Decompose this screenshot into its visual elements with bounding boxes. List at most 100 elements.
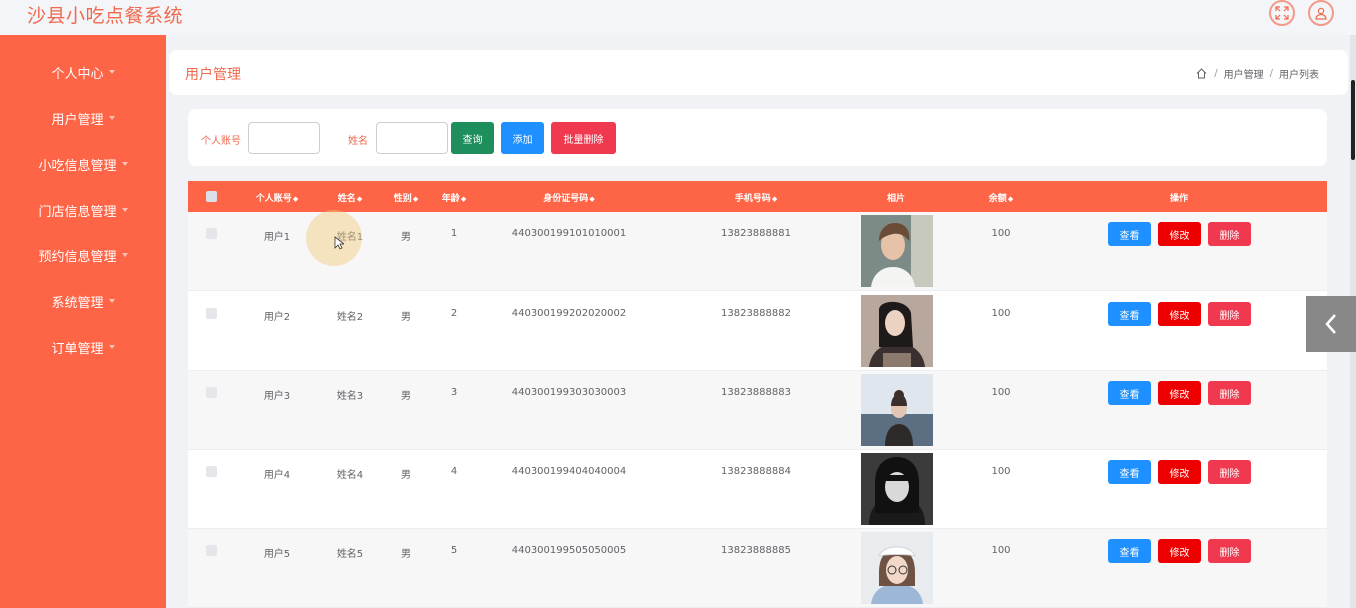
view-button[interactable]: 查看 [1108, 460, 1151, 484]
row-checkbox[interactable] [206, 228, 217, 239]
user-photo[interactable] [861, 295, 933, 367]
view-button[interactable]: 查看 [1108, 381, 1151, 405]
cell-gender: 男 [401, 312, 411, 323]
select-all-checkbox[interactable] [206, 191, 217, 202]
column-header-balance[interactable]: 余额◆ [989, 191, 1013, 204]
edit-button[interactable]: 修改 [1158, 222, 1201, 246]
row-checkbox[interactable] [206, 545, 217, 556]
cell-id-card: 440300199101010001 [511, 228, 627, 239]
delete-button[interactable]: 删除 [1208, 302, 1251, 326]
cell-age: 5 [450, 545, 458, 556]
sidebar-item-label: 个人中心 [51, 66, 104, 82]
cell-account: 用户5 [263, 549, 291, 560]
caret-down-icon [121, 253, 128, 257]
column-header-age[interactable]: 年龄◆ [442, 191, 466, 204]
view-button[interactable]: 查看 [1108, 222, 1151, 246]
delete-button[interactable]: 删除 [1208, 222, 1251, 246]
view-button[interactable]: 查看 [1108, 539, 1151, 563]
cell-gender: 男 [401, 232, 411, 243]
cell-gender: 男 [401, 549, 411, 560]
table-row: 用户4 姓名4 男 4 440300199404040004 138238888… [188, 450, 1327, 529]
breadcrumb-card: 用户管理 / 用户管理 / 用户列表 [169, 50, 1348, 95]
cell-phone: 13823888885 [721, 545, 791, 556]
column-header-account[interactable]: 个人账号◆ [256, 191, 298, 204]
breadcrumb-separator: / [1269, 68, 1273, 79]
sidebar-item-label: 门店信息管理 [38, 204, 117, 220]
sort-icon: ◆ [1007, 195, 1014, 203]
sidebar-item-user-management[interactable]: 用户管理 [0, 106, 166, 130]
row-checkbox[interactable] [206, 308, 217, 319]
account-input[interactable] [248, 122, 320, 154]
row-checkbox[interactable] [206, 466, 217, 477]
name-input[interactable] [376, 122, 448, 154]
column-header-id-card[interactable]: 身份证号码◆ [543, 191, 594, 204]
cell-age: 3 [450, 387, 458, 398]
view-button[interactable]: 查看 [1108, 302, 1151, 326]
mouse-pointer-icon [334, 236, 344, 250]
sidebar-item-label: 小吃信息管理 [38, 158, 117, 174]
column-header-name[interactable]: 姓名◆ [338, 191, 362, 204]
sidebar-item-orders[interactable]: 订单管理 [0, 335, 166, 359]
user-photo[interactable] [861, 532, 933, 604]
breadcrumb-item-user-management[interactable]: 用户管理 [1224, 66, 1264, 81]
page-title: 用户管理 [185, 67, 241, 83]
sidebar-item-label: 系统管理 [51, 295, 104, 311]
cell-name: 姓名3 [336, 391, 364, 402]
cell-balance: 100 [991, 308, 1011, 319]
user-photo[interactable] [861, 374, 933, 446]
name-label: 姓名 [348, 136, 368, 147]
sort-icon: ◆ [771, 195, 778, 203]
cell-phone: 13823888882 [721, 308, 791, 319]
breadcrumb: / 用户管理 / 用户列表 [1196, 66, 1319, 81]
edit-button[interactable]: 修改 [1158, 539, 1201, 563]
caret-down-icon [108, 116, 115, 120]
sidebar-item-store-info[interactable]: 门店信息管理 [0, 198, 166, 222]
cell-gender: 男 [401, 391, 411, 402]
sidebar: 个人中心 用户管理 小吃信息管理 门店信息管理 预约信息管理 系统管理 订单管理 [0, 35, 166, 608]
delete-button[interactable]: 删除 [1208, 539, 1251, 563]
add-button[interactable]: 添加 [501, 122, 544, 154]
edit-button[interactable]: 修改 [1158, 381, 1201, 405]
user-photo[interactable] [861, 453, 933, 525]
column-header-phone[interactable]: 手机号码◆ [735, 191, 777, 204]
batch-delete-button[interactable]: 批量删除 [551, 122, 616, 154]
query-button[interactable]: 查询 [451, 122, 494, 154]
cell-phone: 13823888884 [721, 466, 791, 477]
sidebar-item-label: 用户管理 [51, 112, 104, 128]
table-header: 个人账号◆ 姓名◆ 性别◆ 年龄◆ 身份证号码◆ 手机号码◆ 相片 余额◆ 操作 [188, 181, 1327, 212]
caret-down-icon [108, 70, 115, 74]
sort-icon: ◆ [292, 195, 299, 203]
delete-button[interactable]: 删除 [1208, 460, 1251, 484]
cell-id-card: 440300199505050005 [511, 545, 627, 556]
home-icon[interactable] [1196, 68, 1207, 79]
table-row: 用户3 姓名3 男 3 440300199303030003 138238888… [188, 371, 1327, 450]
cell-name: 姓名5 [336, 549, 364, 560]
scrollbar-thumb[interactable] [1351, 80, 1355, 160]
cell-id-card: 440300199202020002 [511, 308, 627, 319]
cell-balance: 100 [991, 466, 1011, 477]
sidebar-item-reservation-info[interactable]: 预约信息管理 [0, 243, 166, 267]
user-icon[interactable] [1308, 0, 1334, 26]
sidebar-item-personal-center[interactable]: 个人中心 [0, 60, 166, 84]
cell-account: 用户1 [263, 232, 291, 243]
row-checkbox[interactable] [206, 387, 217, 398]
edit-button[interactable]: 修改 [1158, 460, 1201, 484]
table-row: 用户1 姓名1 男 1 440300199101010001 138238888… [188, 212, 1327, 291]
edit-button[interactable]: 修改 [1158, 302, 1201, 326]
sidebar-item-label: 订单管理 [51, 341, 104, 357]
cell-phone: 13823888881 [721, 228, 791, 239]
table-row: 用户5 姓名5 男 5 440300199505050005 138238888… [188, 529, 1327, 608]
user-photo[interactable] [861, 215, 933, 287]
cell-balance: 100 [991, 387, 1011, 398]
sidebar-item-snack-info[interactable]: 小吃信息管理 [0, 152, 166, 176]
column-header-gender[interactable]: 性别◆ [394, 191, 418, 204]
breadcrumb-item-user-list: 用户列表 [1279, 70, 1319, 81]
app-title: 沙县小吃点餐系统 [27, 5, 184, 27]
cell-age: 1 [450, 228, 458, 239]
delete-button[interactable]: 删除 [1208, 381, 1251, 405]
search-panel: 个人账号 姓名 查询 添加 批量删除 [188, 109, 1327, 166]
fullscreen-icon[interactable] [1269, 0, 1295, 26]
sidebar-item-system[interactable]: 系统管理 [0, 289, 166, 313]
account-label: 个人账号 [201, 136, 241, 147]
side-panel-toggle[interactable] [1306, 296, 1356, 352]
